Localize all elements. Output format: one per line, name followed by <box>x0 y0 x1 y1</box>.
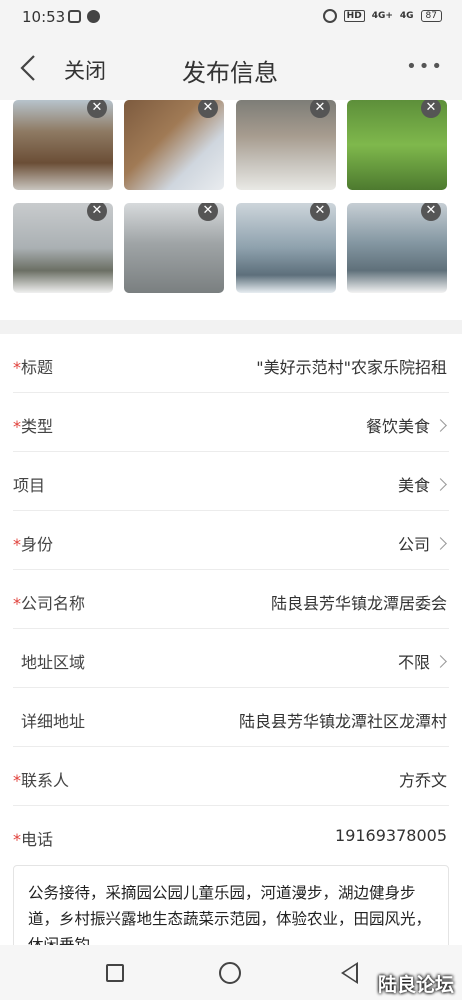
status-bar: 10:53 HD 4G+ 4G 87 <box>0 0 462 36</box>
address-region-value: 不限 <box>397 653 430 672</box>
field-label: *标题 <box>13 354 53 378</box>
photo-thumbnail[interactable]: ✕ <box>236 100 336 190</box>
app-notification-icon <box>68 10 81 23</box>
company-name-value[interactable]: 陆良县芳华镇龙潭居委会 <box>271 590 447 614</box>
field-label: *电话 <box>13 826 53 850</box>
status-right: HD 4G+ 4G 87 <box>322 9 442 23</box>
phone-field[interactable]: *电话 19169378005 <box>13 806 449 865</box>
delete-photo-icon[interactable]: ✕ <box>421 100 441 118</box>
required-mark: * <box>13 417 21 436</box>
alarm-icon <box>322 9 337 23</box>
chevron-right-icon <box>434 478 447 491</box>
phone-label: 电话 <box>21 830 54 849</box>
signal-4g-plus: 4G+ <box>371 11 393 21</box>
form: *标题 "美好示范村"农家乐院招租 *类型 餐饮美食 项目 美食 *身份 公司 … <box>0 334 462 865</box>
watermark-logo: 陆良论坛 <box>377 974 454 996</box>
recent-apps-icon[interactable] <box>106 964 124 982</box>
type-select[interactable]: 餐饮美食 <box>365 413 447 437</box>
chevron-right-icon <box>434 655 447 668</box>
delete-photo-icon[interactable]: ✕ <box>198 100 218 118</box>
project-value: 美食 <box>397 476 430 495</box>
photo-thumbnail[interactable]: ✕ <box>124 100 224 190</box>
type-field[interactable]: *类型 餐饮美食 <box>13 393 449 452</box>
status-time: 10:53 <box>22 8 66 26</box>
field-label: *类型 <box>13 413 53 437</box>
delete-photo-icon[interactable]: ✕ <box>310 100 330 118</box>
field-label: *联系人 <box>13 767 69 791</box>
company-name-label: 公司名称 <box>21 594 86 613</box>
nav-bar: 关闭 发布信息 ••• <box>0 36 462 100</box>
required-mark: * <box>13 771 21 790</box>
photo-thumbnail[interactable]: ✕ <box>347 100 447 190</box>
contact-value[interactable]: 方乔文 <box>399 767 447 791</box>
detail-address-value[interactable]: 陆良县芳华镇龙潭社区龙潭村 <box>239 708 447 732</box>
project-label: 项目 <box>13 476 46 495</box>
address-region-field[interactable]: 地址区域 不限 <box>13 629 449 688</box>
contact-field[interactable]: *联系人 方乔文 <box>13 747 449 806</box>
back-icon[interactable] <box>341 962 358 984</box>
photo-grid: ✕ ✕ ✕ ✕ ✕ ✕ ✕ ✕ <box>0 100 462 320</box>
description-textarea[interactable]: 公务接待，采摘园公园儿童乐园，河道漫步，湖边健身步道，乡村振兴露地生态蔬菜示范园… <box>13 865 449 950</box>
contact-label: 联系人 <box>21 771 70 790</box>
delete-photo-icon[interactable]: ✕ <box>310 203 330 221</box>
delete-photo-icon[interactable]: ✕ <box>87 100 107 118</box>
identity-value: 公司 <box>397 535 430 554</box>
identity-label: 身份 <box>21 535 54 554</box>
project-field[interactable]: 项目 美食 <box>13 452 449 511</box>
required-mark: * <box>13 830 21 849</box>
required-mark: * <box>13 358 21 377</box>
address-region-label: 地址区域 <box>21 653 86 672</box>
project-select[interactable]: 美食 <box>397 472 447 496</box>
signal-4g: 4G <box>399 11 414 21</box>
detail-address-label: 详细地址 <box>21 712 86 731</box>
address-region-select[interactable]: 不限 <box>397 649 447 673</box>
detail-address-field[interactable]: 详细地址 陆良县芳华镇龙潭社区龙潭村 <box>13 688 449 747</box>
type-label: 类型 <box>21 417 54 436</box>
photo-thumbnail[interactable]: ✕ <box>13 203 113 293</box>
photo-thumbnail[interactable]: ✕ <box>124 203 224 293</box>
chevron-right-icon <box>434 419 447 432</box>
identity-field[interactable]: *身份 公司 <box>13 511 449 570</box>
more-menu-icon[interactable]: ••• <box>406 56 444 77</box>
field-label: *公司名称 <box>13 590 85 614</box>
title-label: 标题 <box>21 358 54 377</box>
delete-photo-icon[interactable]: ✕ <box>421 203 441 221</box>
chevron-right-icon <box>434 537 447 550</box>
section-divider <box>0 320 462 334</box>
battery-icon: 87 <box>420 10 442 22</box>
close-button[interactable]: 关闭 <box>64 55 106 85</box>
q-notification-icon <box>87 10 100 23</box>
photo-thumbnail[interactable]: ✕ <box>13 100 113 190</box>
notification-icons <box>68 10 100 23</box>
phone-value[interactable]: 19169378005 <box>335 826 447 845</box>
type-value: 餐饮美食 <box>365 417 430 436</box>
delete-photo-icon[interactable]: ✕ <box>87 203 107 221</box>
back-arrow-icon[interactable] <box>18 54 40 82</box>
hd-badge: HD <box>343 10 365 22</box>
title-field[interactable]: *标题 "美好示范村"农家乐院招租 <box>13 334 449 393</box>
identity-select[interactable]: 公司 <box>397 531 447 555</box>
title-value[interactable]: "美好示范村"农家乐院招租 <box>256 354 447 378</box>
field-label: *身份 <box>13 531 53 555</box>
company-name-field[interactable]: *公司名称 陆良县芳华镇龙潭居委会 <box>13 570 449 629</box>
delete-photo-icon[interactable]: ✕ <box>198 203 218 221</box>
photo-thumbnail[interactable]: ✕ <box>347 203 447 293</box>
photo-thumbnail[interactable]: ✕ <box>236 203 336 293</box>
home-icon[interactable] <box>219 962 241 984</box>
page-title: 发布信息 <box>182 59 278 87</box>
required-mark: * <box>13 535 21 554</box>
required-mark: * <box>13 594 21 613</box>
